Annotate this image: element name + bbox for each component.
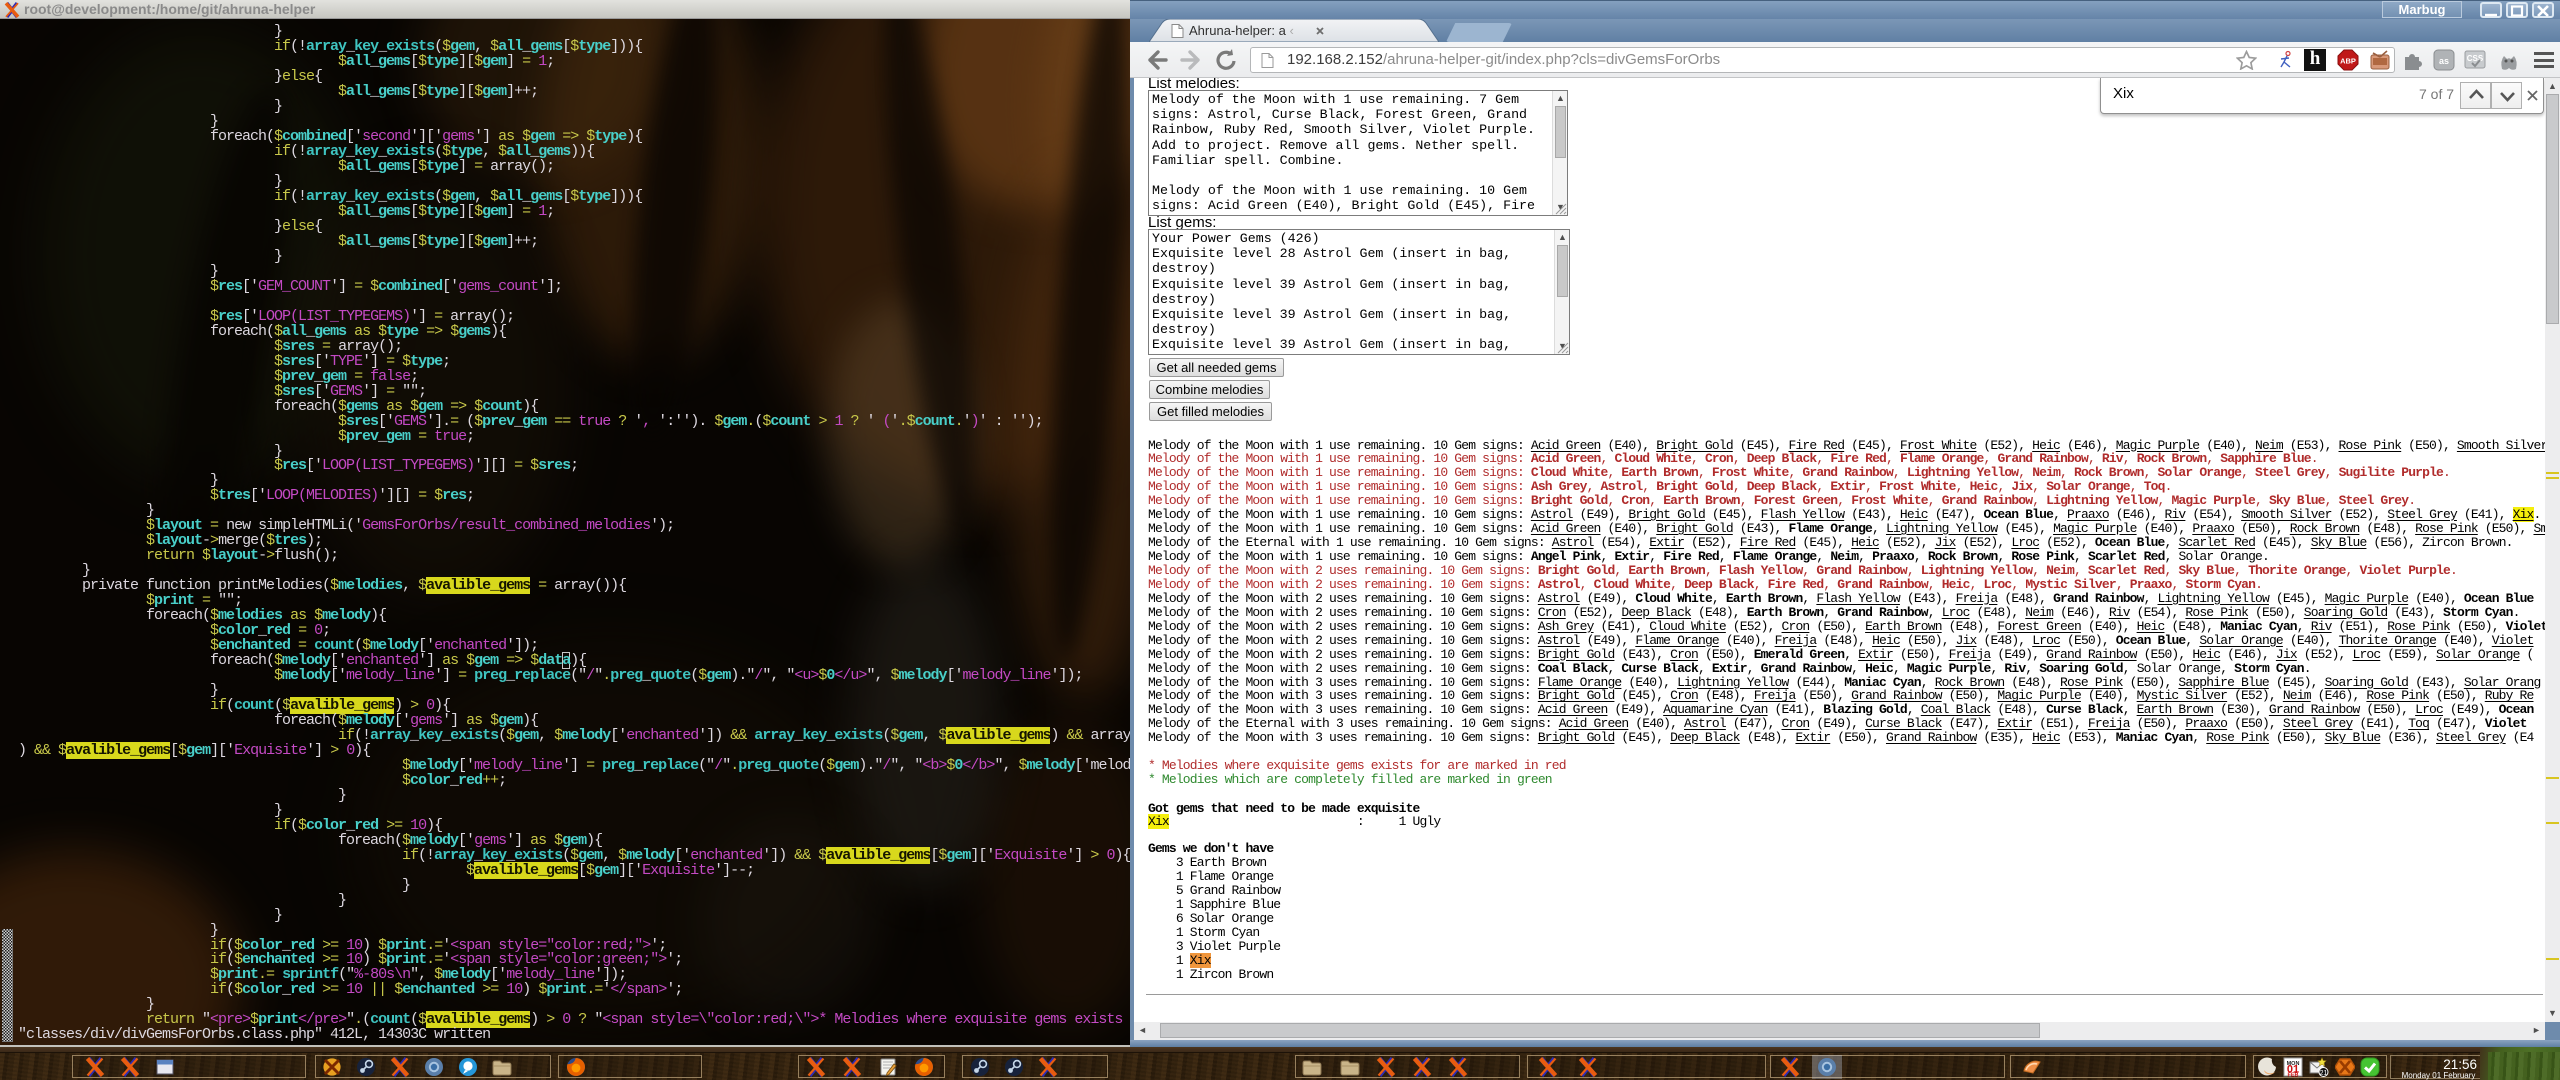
svg-text:CSS: CSS (2467, 54, 2484, 63)
svg-text:ABP: ABP (2340, 57, 2356, 66)
svg-text:as: as (2439, 56, 2449, 66)
